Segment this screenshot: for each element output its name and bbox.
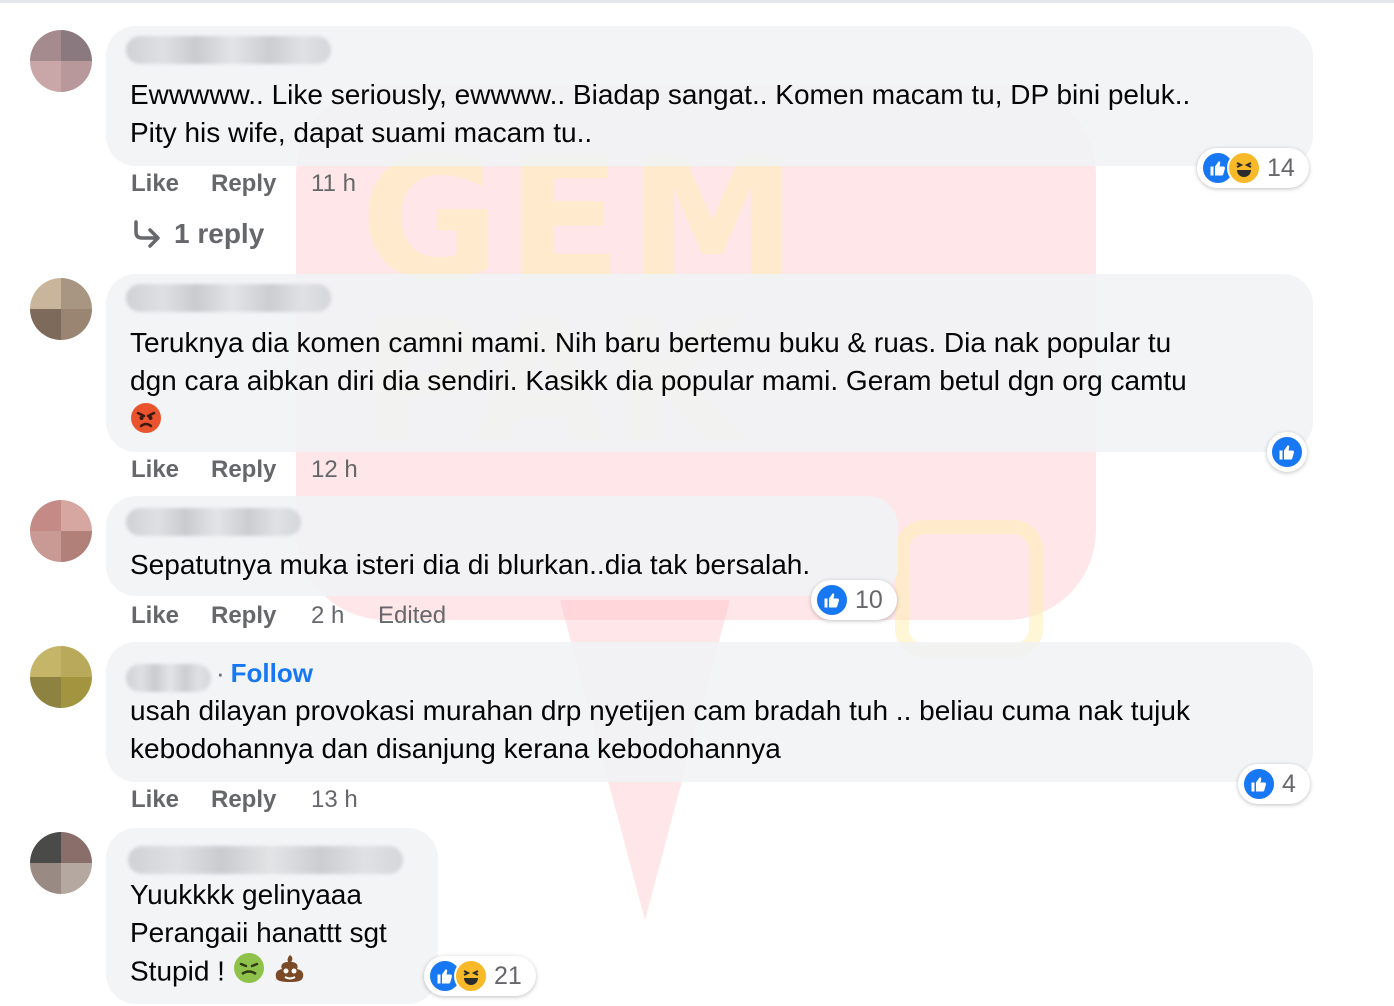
comment-text-line: Yuukkkk gelinyaaa (130, 879, 362, 910)
reaction-summary[interactable]: 21 (424, 956, 536, 996)
watermark-face-icon (895, 520, 1043, 658)
angry-face-icon (130, 402, 162, 444)
reply-arrow-icon (134, 220, 160, 248)
comment-bubble: · Follow usah dilayan provokasi murahan d… (106, 642, 1313, 782)
haha-icon (454, 959, 488, 993)
avatar[interactable] (30, 500, 92, 562)
reply-button[interactable]: Reply (211, 602, 276, 630)
timestamp[interactable]: 2 h (311, 602, 344, 630)
avatar[interactable] (30, 30, 92, 92)
like-button[interactable]: Like (131, 456, 179, 484)
reaction-count: 21 (494, 961, 522, 990)
comment-text: Stupid ! (130, 955, 233, 987)
comment-text-line: Pity his wife, dapat suami macam tu.. (130, 117, 593, 148)
reply-button[interactable]: Reply (211, 170, 276, 198)
timestamp[interactable]: 11 h (311, 170, 356, 198)
comment-text-line: dgn cara aibkan diri dia sendiri. Kasikk… (130, 365, 1187, 396)
replies-count-label: 1 reply (174, 218, 265, 249)
commenter-name-blurred[interactable] (126, 284, 331, 312)
comment-bubble: Teruknya dia komen camni mami. Nih baru … (106, 274, 1313, 452)
commenter-name-blurred[interactable] (126, 36, 331, 64)
comment-text-line: kebodohannya dan disanjung kerana kebodo… (130, 733, 781, 764)
avatar[interactable] (30, 832, 92, 894)
comment-text-line: Perangaii hanattt sgt (130, 917, 387, 948)
like-icon (1242, 767, 1276, 801)
pile-of-poo-icon (273, 952, 307, 994)
timestamp[interactable]: 13 h (311, 786, 358, 814)
like-button[interactable]: Like (131, 786, 179, 814)
reply-button[interactable]: Reply (211, 786, 276, 814)
edited-label[interactable]: Edited (378, 602, 446, 630)
avatar[interactable] (30, 646, 92, 708)
comment-bubble: Yuukkkk gelinyaaa Perangaii hanattt sgt … (106, 828, 438, 1004)
like-button[interactable]: Like (131, 602, 179, 630)
reply-button[interactable]: Reply (211, 456, 276, 484)
reaction-summary[interactable]: 14 (1197, 148, 1309, 188)
follow-label: Follow (230, 658, 313, 688)
timestamp[interactable]: 12 h (311, 456, 358, 484)
comment-bubble: Sepatutnya muka isteri dia di blurkan..d… (106, 496, 898, 596)
comment-text-line: usah dilayan provokasi murahan drp nyeti… (130, 695, 1190, 726)
reaction-summary[interactable]: 4 (1238, 764, 1310, 804)
like-button[interactable]: Like (131, 170, 179, 198)
view-replies-link[interactable]: 1 reply (132, 218, 264, 250)
comment-bubble: Ewwwww.. Like seriously, ewwww.. Biadap … (106, 26, 1313, 166)
comment-text-line: Ewwwww.. Like seriously, ewwww.. Biadap … (130, 79, 1191, 110)
comment-text-line: Teruknya dia komen camni mami. Nih baru … (130, 327, 1172, 358)
comment-text-line: Stupid ! (130, 952, 307, 994)
like-icon (1270, 435, 1304, 469)
follow-button[interactable]: · Follow (216, 658, 313, 689)
reaction-count: 10 (855, 585, 883, 614)
reaction-summary[interactable] (1267, 432, 1307, 472)
haha-icon (1227, 151, 1261, 185)
reaction-summary[interactable]: 10 (811, 580, 897, 620)
reaction-count: 14 (1267, 153, 1295, 182)
comment-text-line: Sepatutnya muka isteri dia di blurkan..d… (130, 549, 811, 580)
avatar[interactable] (30, 278, 92, 340)
top-divider (0, 0, 1394, 3)
like-icon (815, 583, 849, 617)
commenter-name-blurred[interactable] (126, 664, 211, 692)
reaction-count: 4 (1282, 769, 1296, 798)
nauseated-face-icon (233, 952, 265, 994)
commenter-name-blurred[interactable] (128, 846, 403, 874)
commenter-name-blurred[interactable] (126, 508, 301, 536)
